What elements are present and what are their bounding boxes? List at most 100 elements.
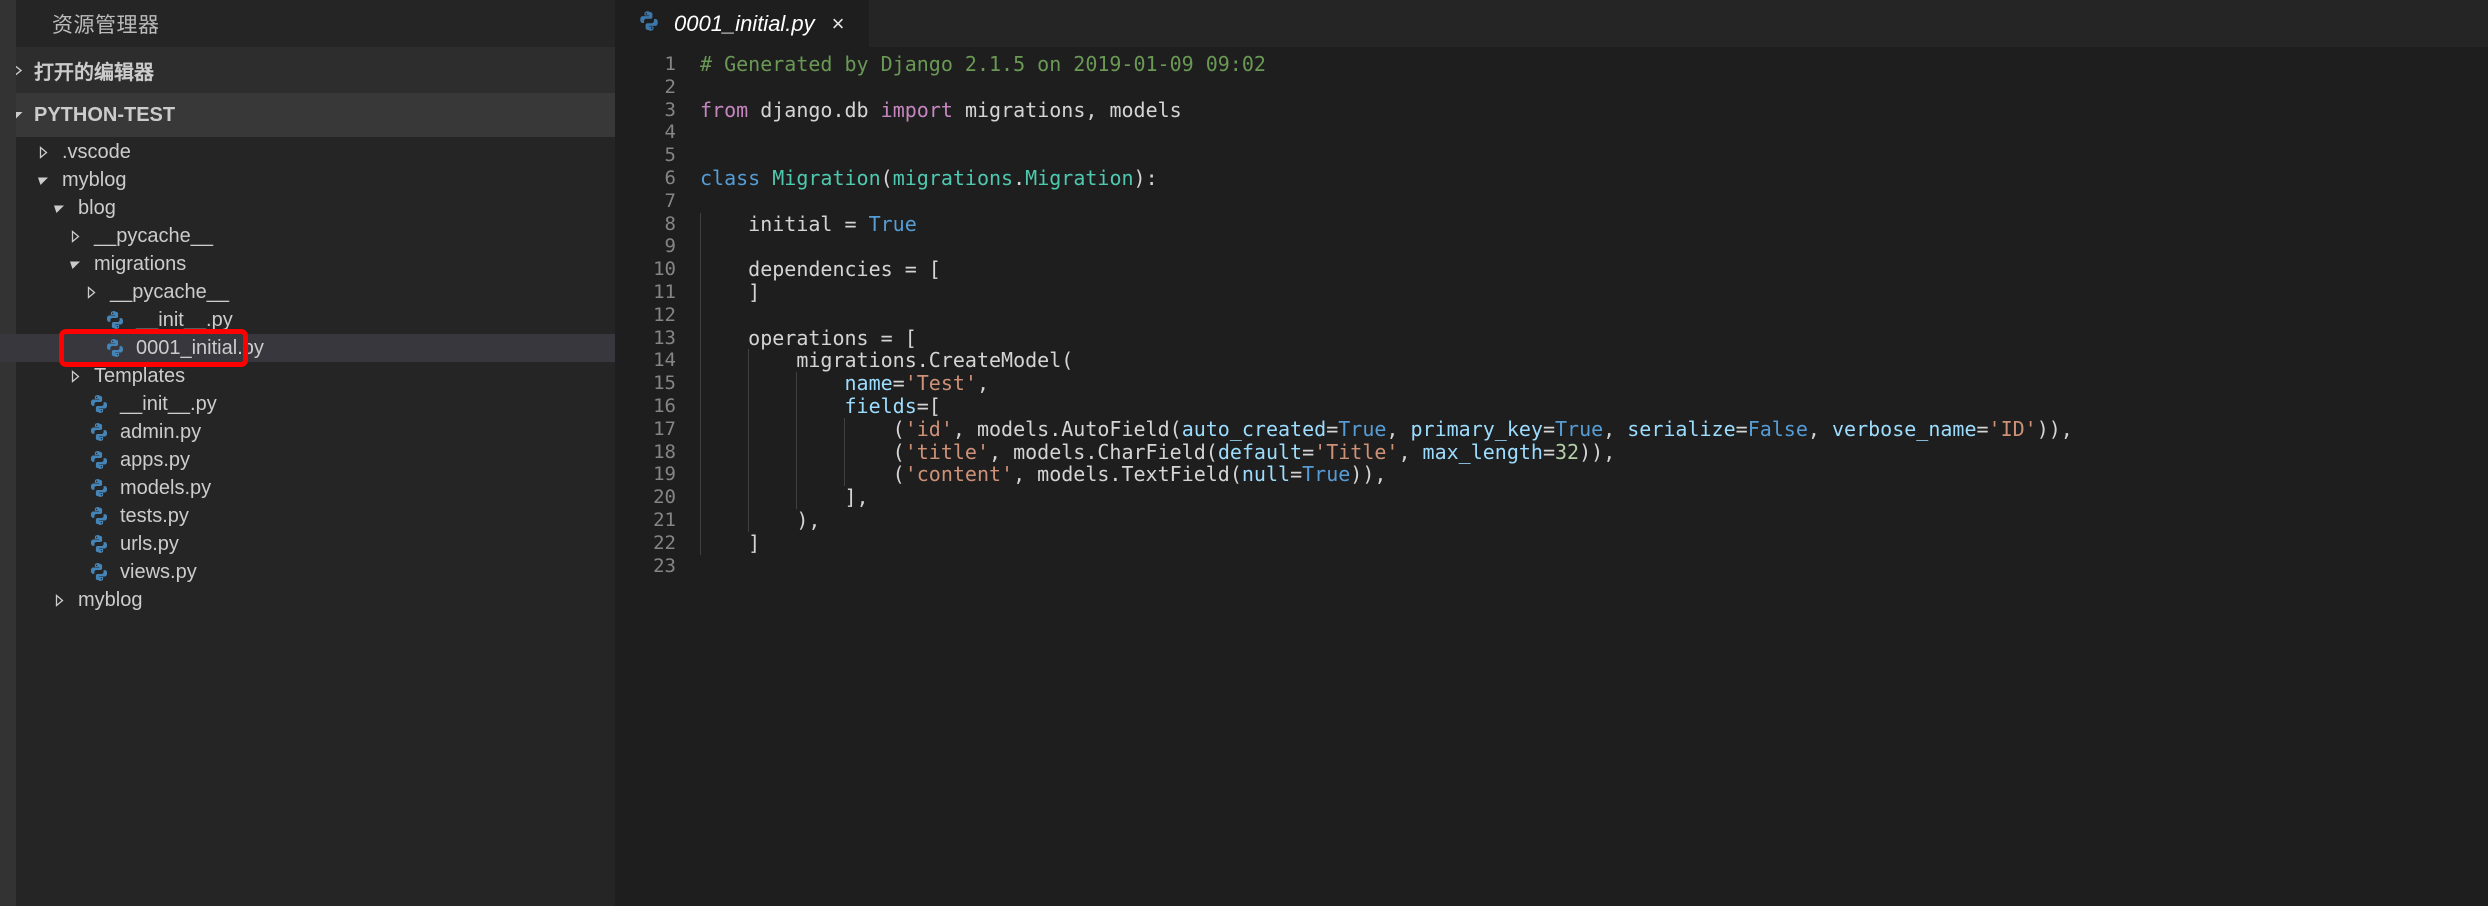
tree-item-label: views.py xyxy=(120,560,197,583)
section-python-test-label: PYTHON-TEST xyxy=(34,103,176,126)
code-line[interactable] xyxy=(700,303,2488,327)
tree-item-urls-py[interactable]: urls.py xyxy=(0,530,615,558)
tree-item-pycache[interactable]: __pycache__ xyxy=(0,278,615,306)
line-number: 1 xyxy=(664,53,676,75)
line-number: 3 xyxy=(664,98,676,121)
code-line[interactable]: ], xyxy=(700,486,2488,509)
tree-item-blog[interactable]: blog xyxy=(0,194,615,222)
code-line[interactable] xyxy=(700,190,2488,213)
tree-item-label: blog xyxy=(78,196,116,219)
indent-guide xyxy=(700,417,701,441)
indent-guide xyxy=(796,463,798,487)
indent-guide xyxy=(844,417,846,441)
section-open-editors[interactable]: 打开的编辑器 xyxy=(0,47,615,92)
file-tree[interactable]: .vscode myblog blog __pycache__ migrations __… xyxy=(0,137,615,906)
section-python-test[interactable]: PYTHON-TEST xyxy=(0,92,615,137)
indent-guide xyxy=(796,440,798,464)
indent-guide xyxy=(700,372,701,395)
line-number-gutter: 1 2 3 4 5 6 7 8 9 10 11 12 13 14 15 16 17 18 19 20 21 22 23 xyxy=(615,53,690,906)
code-line[interactable]: ] xyxy=(700,531,2488,555)
tree-item-init-py[interactable]: __init__.py xyxy=(0,306,615,334)
code-line[interactable] xyxy=(700,144,2488,167)
tree-item-views-py[interactable]: views.py xyxy=(0,558,615,586)
indent-guide xyxy=(796,372,798,395)
code-line[interactable]: migrations.CreateModel( xyxy=(700,349,2488,373)
python-icon xyxy=(86,505,112,527)
indent-guide xyxy=(844,463,846,487)
tree-item-vscode[interactable]: .vscode xyxy=(0,138,615,166)
tree-item-label: 0001_initial.py xyxy=(136,336,264,359)
line-number: 14 xyxy=(653,349,676,372)
line-number: 20 xyxy=(653,486,676,509)
line-number: 4 xyxy=(664,121,676,144)
indent-guide xyxy=(700,326,701,350)
section-open-editors-label: 打开的编辑器 xyxy=(34,61,154,84)
code-line[interactable]: name='Test', xyxy=(700,372,2488,395)
line-number: 5 xyxy=(664,144,676,167)
tree-item-label: admin.py xyxy=(120,420,202,443)
indent-guide xyxy=(700,303,701,327)
tree-item-templates[interactable]: Templates xyxy=(0,362,615,390)
tree-item-admin-py[interactable]: admin.py xyxy=(0,418,615,446)
explorer-sidebar: 资源管理器 打开的编辑器 PYTHON-TEST .vscode myblog bl… xyxy=(0,0,615,906)
tab-0001-initial-py[interactable]: 0001_initial.py × xyxy=(615,0,870,47)
line-number: 15 xyxy=(653,372,676,395)
line-number: 12 xyxy=(653,303,676,326)
tree-item-label: myblog xyxy=(78,588,143,611)
tree-item-label: apps.py xyxy=(120,448,191,471)
line-number: 17 xyxy=(653,417,676,440)
tree-item-label: Templates xyxy=(94,364,186,387)
tree-item-models-py[interactable]: models.py xyxy=(0,474,615,502)
code-line[interactable]: ('title', models.CharField(default='Titl… xyxy=(700,440,2488,464)
tree-item-0001-initial-py[interactable]: 0001_initial.py xyxy=(0,329,615,367)
tree-item-init-py[interactable]: __init__.py xyxy=(0,390,615,418)
code-line[interactable] xyxy=(700,235,2488,259)
tree-item-label: myblog xyxy=(62,168,127,191)
indent-guide xyxy=(700,349,701,373)
tree-item-tests-py[interactable]: tests.py xyxy=(0,502,615,530)
tree-item-myblog[interactable]: myblog xyxy=(0,166,615,194)
python-icon xyxy=(86,561,112,583)
code-line[interactable] xyxy=(700,555,2488,578)
code-line[interactable]: from django.db import migrations, models xyxy=(700,98,2488,122)
indent-guide xyxy=(700,486,701,509)
code-content[interactable]: # Generated by Django 2.1.5 on 2019-01-0… xyxy=(690,53,2488,906)
close-icon[interactable]: × xyxy=(828,11,849,37)
chevron-right-icon xyxy=(32,145,54,159)
code-line[interactable]: ('id', models.AutoField(auto_created=Tru… xyxy=(700,417,2488,441)
chevron-right-icon xyxy=(64,369,86,383)
line-number: 11 xyxy=(653,280,676,303)
code-line[interactable]: # Generated by Django 2.1.5 on 2019-01-0… xyxy=(700,53,2488,76)
code-line[interactable] xyxy=(700,121,2488,144)
indent-guide xyxy=(796,417,798,441)
code-line[interactable]: ), xyxy=(700,509,2488,532)
line-number: 21 xyxy=(653,508,676,531)
tree-item-migrations[interactable]: migrations xyxy=(0,250,615,278)
code-line[interactable]: operations = [ xyxy=(700,326,2488,350)
tree-item-pycache[interactable]: __pycache__ xyxy=(0,222,615,250)
code-editor[interactable]: 1 2 3 4 5 6 7 8 9 10 11 12 13 14 15 16 17 18 19 20 21 22 23 # … xyxy=(615,47,2488,906)
code-line[interactable]: dependencies = [ xyxy=(700,258,2488,281)
python-icon xyxy=(102,337,128,359)
code-line[interactable]: class Migration(migrations.Migration): xyxy=(700,167,2488,190)
tab-bar: 0001_initial.py × xyxy=(615,0,2488,47)
tree-item-label: tests.py xyxy=(120,504,189,527)
vscode-window: 资源管理器 打开的编辑器 PYTHON-TEST .vscode myblog bl… xyxy=(0,0,2488,906)
code-line[interactable]: ('content', models.TextField(null=True))… xyxy=(700,463,2488,487)
line-number: 19 xyxy=(653,463,676,486)
line-number: 22 xyxy=(653,531,676,554)
tree-item-myblog[interactable]: myblog xyxy=(0,586,615,614)
editor-pane: 0001_initial.py × 1 2 3 4 5 6 7 8 9 10 11 12 13 14 15 1… xyxy=(615,0,2488,906)
tree-item-apps-py[interactable]: apps.py xyxy=(0,446,615,474)
indent-guide xyxy=(748,394,750,418)
code-line[interactable] xyxy=(700,76,2488,99)
chevron-right-icon xyxy=(48,593,70,607)
code-line[interactable]: fields=[ xyxy=(700,395,2488,418)
tree-item-label: __init__.py xyxy=(136,308,233,331)
indent-guide xyxy=(700,531,701,555)
indent-guide xyxy=(844,440,846,464)
code-line[interactable]: initial = True xyxy=(700,212,2488,236)
line-number: 6 xyxy=(664,166,676,189)
python-icon xyxy=(86,449,112,471)
code-line[interactable]: ] xyxy=(700,281,2488,304)
